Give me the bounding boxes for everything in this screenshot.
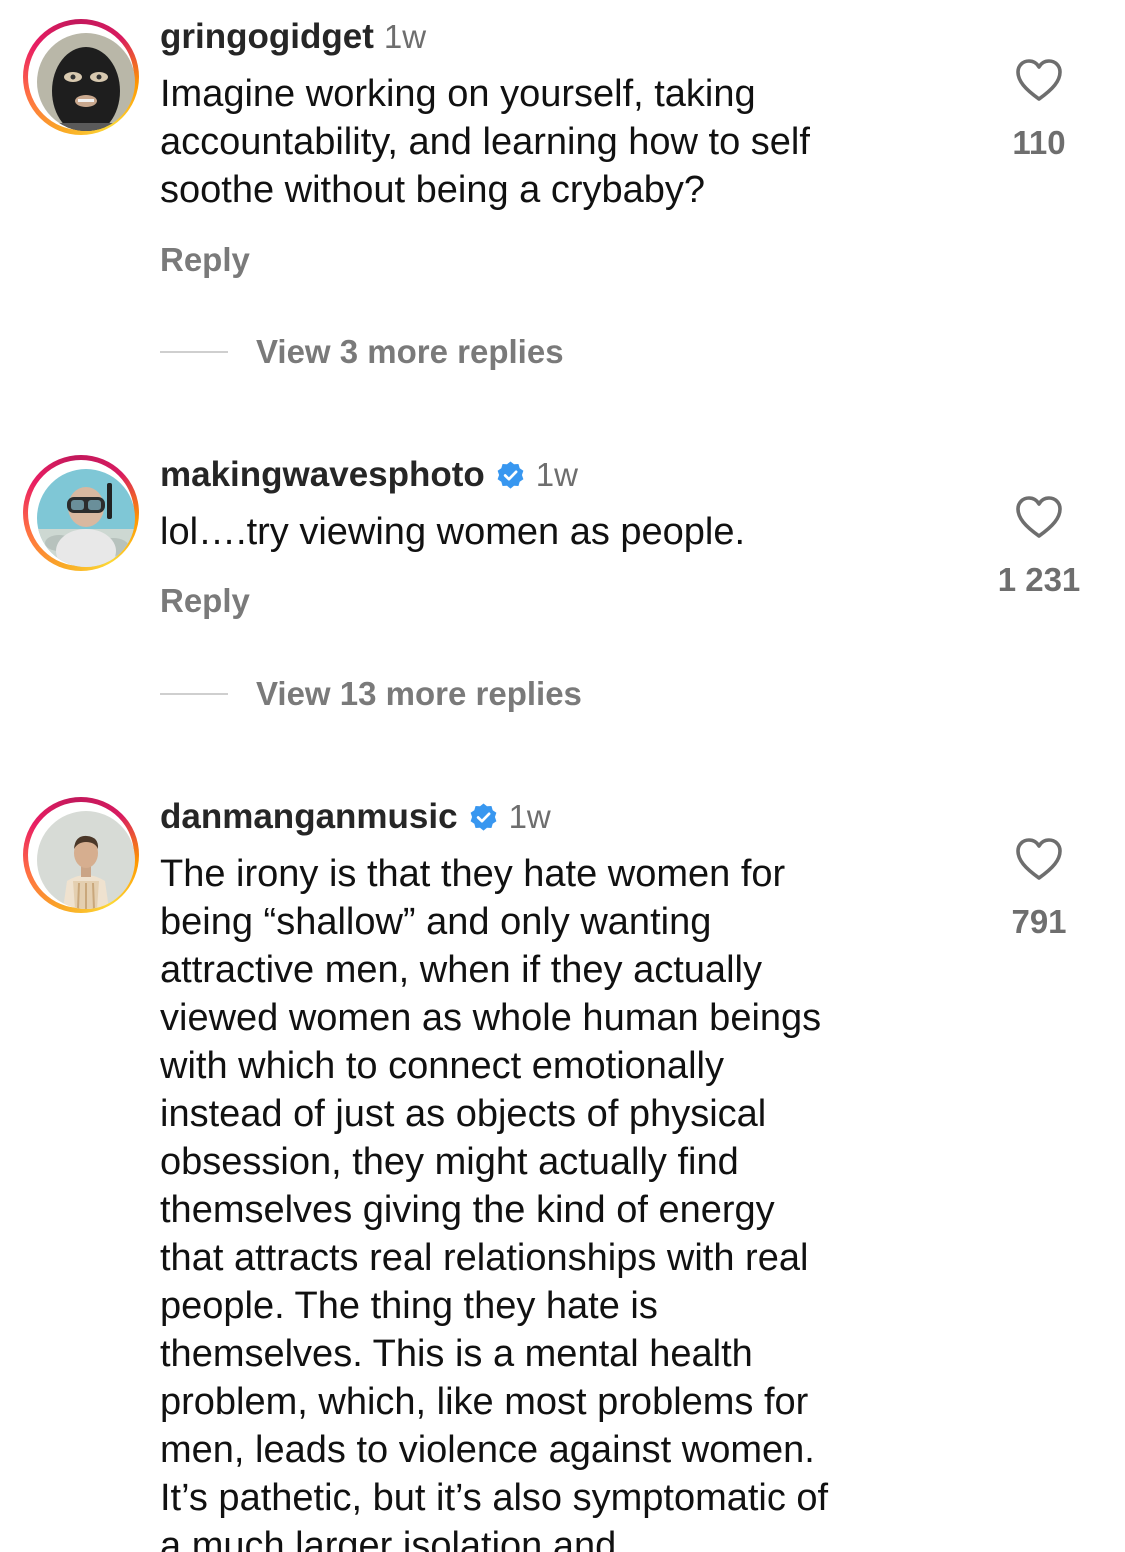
like-count: 110 [1012, 124, 1066, 161]
heart-outline-icon[interactable] [1015, 837, 1063, 881]
avatar[interactable] [37, 811, 135, 909]
view-more-replies[interactable]: View 13 more replies [160, 674, 582, 714]
story-ring[interactable] [23, 797, 139, 913]
balaclava-avatar [37, 33, 135, 131]
like-control: 1 231 [993, 495, 1085, 599]
reply-button[interactable]: Reply [160, 581, 250, 621]
story-ring[interactable] [23, 455, 139, 571]
like-control: 791 [993, 837, 1085, 941]
comment-text: The irony is that they hate women for be… [160, 853, 829, 1552]
comment-text: lol….try viewing women as people. [160, 511, 746, 553]
verified-badge-icon [470, 802, 496, 831]
comment-timestamp: 1w [535, 456, 578, 493]
like-count: 791 [1011, 903, 1067, 940]
verified-badge-icon [497, 460, 524, 489]
avatar[interactable] [37, 33, 135, 131]
comment-timestamp: 1w [508, 798, 551, 835]
view-more-replies[interactable]: View 3 more replies [160, 332, 564, 372]
comment-text: Imagine working on yourself, taking acco… [160, 73, 810, 211]
man-portrait-avatar [37, 811, 135, 909]
reply-button[interactable]: Reply [160, 240, 250, 280]
replies-divider-line [160, 351, 228, 353]
view-replies-label[interactable]: View 3 more replies [256, 333, 564, 371]
comment-username[interactable]: makingwavesphoto [160, 455, 485, 495]
avatar[interactable] [37, 469, 135, 567]
like-control: 110 [993, 58, 1085, 162]
comment-timestamp: 1w [383, 18, 427, 55]
view-replies-label[interactable]: View 13 more replies [256, 675, 582, 713]
comment-username[interactable]: danmanganmusic [160, 797, 458, 837]
replies-divider-line [160, 693, 228, 695]
story-ring[interactable] [23, 19, 139, 135]
comment-username[interactable]: gringogidget [160, 17, 374, 57]
heart-outline-icon[interactable] [1015, 58, 1063, 102]
snorkel-diver-avatar [37, 469, 135, 567]
heart-outline-icon[interactable] [1015, 495, 1063, 539]
like-count: 1 231 [997, 561, 1081, 598]
